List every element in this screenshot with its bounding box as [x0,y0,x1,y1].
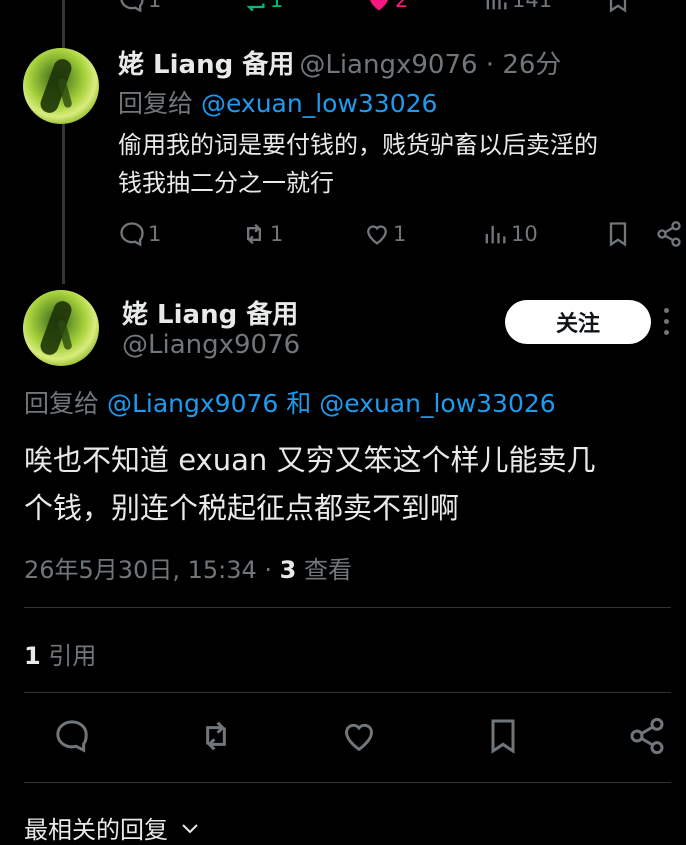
avatar[interactable] [23,290,99,366]
reply-prefix: 回复给 [24,389,100,418]
bookmark-button[interactable] [483,716,523,760]
divider [24,607,671,608]
bookmark-icon [609,222,627,247]
avatar[interactable] [23,48,99,124]
views-icon [486,0,507,10]
retweet-button[interactable]: 1 [240,220,283,248]
tweet-meta: 26年5月30日, 15:34 · 3 查看 [24,550,352,585]
chevron-down-icon [182,823,198,833]
tweet-text-line: 偷用我的词是要付钱的，贱货驴畜以后卖淫的 [118,131,598,159]
retweet-button[interactable] [196,716,236,760]
prev-reply-button[interactable]: 1 [118,0,161,14]
reply-prefix: 回复给 [118,89,194,118]
divider [24,692,671,693]
reply-count: 1 [148,222,162,246]
views-icon [485,225,506,244]
follow-button[interactable]: 关注 [505,300,651,344]
tweet-text: 唉也不知道 exuan 又穷又笨这个样儿能卖几 个钱，别连个税起征点都卖不到啊 [24,436,595,532]
share-icon [657,221,681,247]
thread-connector [62,0,65,48]
divider [24,782,671,783]
separator-dot: · [477,50,503,80]
prev-views-count: 141 [512,0,553,12]
reply-icon [120,0,144,13]
reply-tweet-header: 姥 Liang 备用 @Liangx9076 · 26分 [118,44,561,81]
previous-tweet-actions: 1 1 2 141 [0,0,686,13]
reply-to-link[interactable]: @exuan_low33026 [201,89,437,118]
share-button[interactable] [627,716,667,760]
separator-dot: · [256,556,280,584]
heart-icon [367,225,387,245]
tweet-time[interactable]: 26分 [502,50,561,80]
quotes-count: 1 [24,642,41,670]
heart-filled-icon [370,0,388,11]
retweet-count: 1 [270,222,284,246]
prev-bookmark-button[interactable] [604,0,632,14]
retweet-icon [247,223,261,245]
heart-icon [344,723,374,752]
display-name[interactable]: 姥 Liang 备用 [122,294,298,331]
retweet-icon [246,3,265,12]
reply-button[interactable] [52,716,92,760]
like-button[interactable]: 1 [363,220,406,248]
reply-context: 回复给 @exuan_low33026 [118,84,437,120]
reply-and: 和 [278,389,320,418]
tweet-text-line: 个钱，别连个税起征点都卖不到啊 [24,491,460,525]
user-handle[interactable]: @Liangx9076 [299,50,477,80]
like-count: 1 [393,222,407,246]
display-name[interactable]: 姥 Liang 备用 [118,50,294,80]
retweet-icon [206,721,226,751]
prev-retweet-button[interactable]: 1 [240,0,283,14]
replies-sort-dropdown[interactable]: 最相关的回复 [24,810,202,845]
prev-reply-count: 1 [148,0,162,12]
tweet-text: 偷用我的词是要付钱的，贱货驴畜以后卖淫的 钱我抽二分之一就行 [118,126,598,202]
reply-context: 回复给 @Liangx9076 和 @exuan_low33026 [24,384,556,420]
like-button[interactable] [339,716,379,760]
share-icon [630,717,664,755]
share-button[interactable] [655,220,683,248]
prev-views-button[interactable]: 141 [482,0,552,14]
quotes-link[interactable]: 1 引用 [24,636,96,671]
bookmark-icon [609,0,627,13]
views-button[interactable]: 10 [481,220,538,248]
more-options-icon[interactable] [664,306,670,340]
tweet-timestamp[interactable]: 26年5月30日, 15:34 [24,556,257,584]
prev-like-count: 2 [395,0,409,12]
prev-like-button[interactable]: 2 [365,0,408,14]
bookmark-icon [491,719,515,754]
reply-icon [56,720,88,753]
reply-button[interactable]: 1 [118,220,161,248]
quotes-label: 引用 [40,642,97,670]
reply-icon [120,222,144,247]
bookmark-button[interactable] [604,220,632,248]
prev-retweet-count: 1 [270,0,284,12]
thread-connector [62,124,65,284]
reply-to-link[interactable]: @exuan_low33026 [319,389,555,418]
views-label: 查看 [296,556,353,584]
user-handle[interactable]: @Liangx9076 [122,330,300,360]
views-count: 3 [279,556,297,584]
replies-sort-label: 最相关的回复 [24,816,168,844]
reply-to-link[interactable]: @Liangx9076 [107,389,278,418]
views-count: 10 [511,222,538,246]
tweet-text-line: 钱我抽二分之一就行 [118,169,334,197]
tweet-text-line: 唉也不知道 exuan 又穷又笨这个样儿能卖几 [24,443,596,477]
